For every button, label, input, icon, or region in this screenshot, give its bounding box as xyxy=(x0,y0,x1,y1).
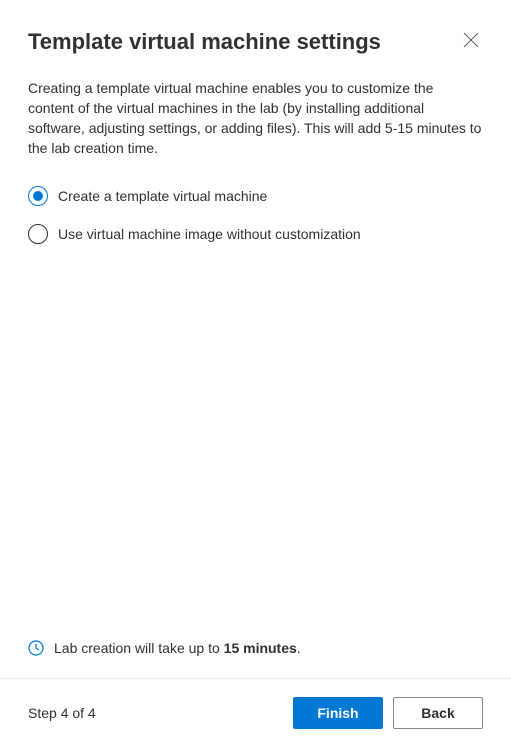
template-radio-group: Create a template virtual machine Use vi… xyxy=(28,186,483,262)
footer: Step 4 of 4 Finish Back xyxy=(0,678,511,747)
info-text: Lab creation will take up to 15 minutes. xyxy=(54,640,301,656)
close-icon xyxy=(463,32,479,51)
close-button[interactable] xyxy=(459,28,483,55)
step-label: Step 4 of 4 xyxy=(28,705,96,721)
clock-icon xyxy=(28,640,44,656)
info-row: Lab creation will take up to 15 minutes. xyxy=(28,640,483,678)
radio-use-image[interactable]: Use virtual machine image without custom… xyxy=(28,224,483,244)
radio-label: Create a template virtual machine xyxy=(58,188,267,204)
radio-label: Use virtual machine image without custom… xyxy=(58,226,361,242)
radio-icon xyxy=(28,186,48,206)
finish-button[interactable]: Finish xyxy=(293,697,383,729)
footer-buttons: Finish Back xyxy=(293,697,483,729)
page-title: Template virtual machine settings xyxy=(28,28,381,56)
description-text: Creating a template virtual machine enab… xyxy=(28,78,483,158)
radio-icon xyxy=(28,224,48,244)
back-button[interactable]: Back xyxy=(393,697,483,729)
radio-create-template[interactable]: Create a template virtual machine xyxy=(28,186,483,206)
